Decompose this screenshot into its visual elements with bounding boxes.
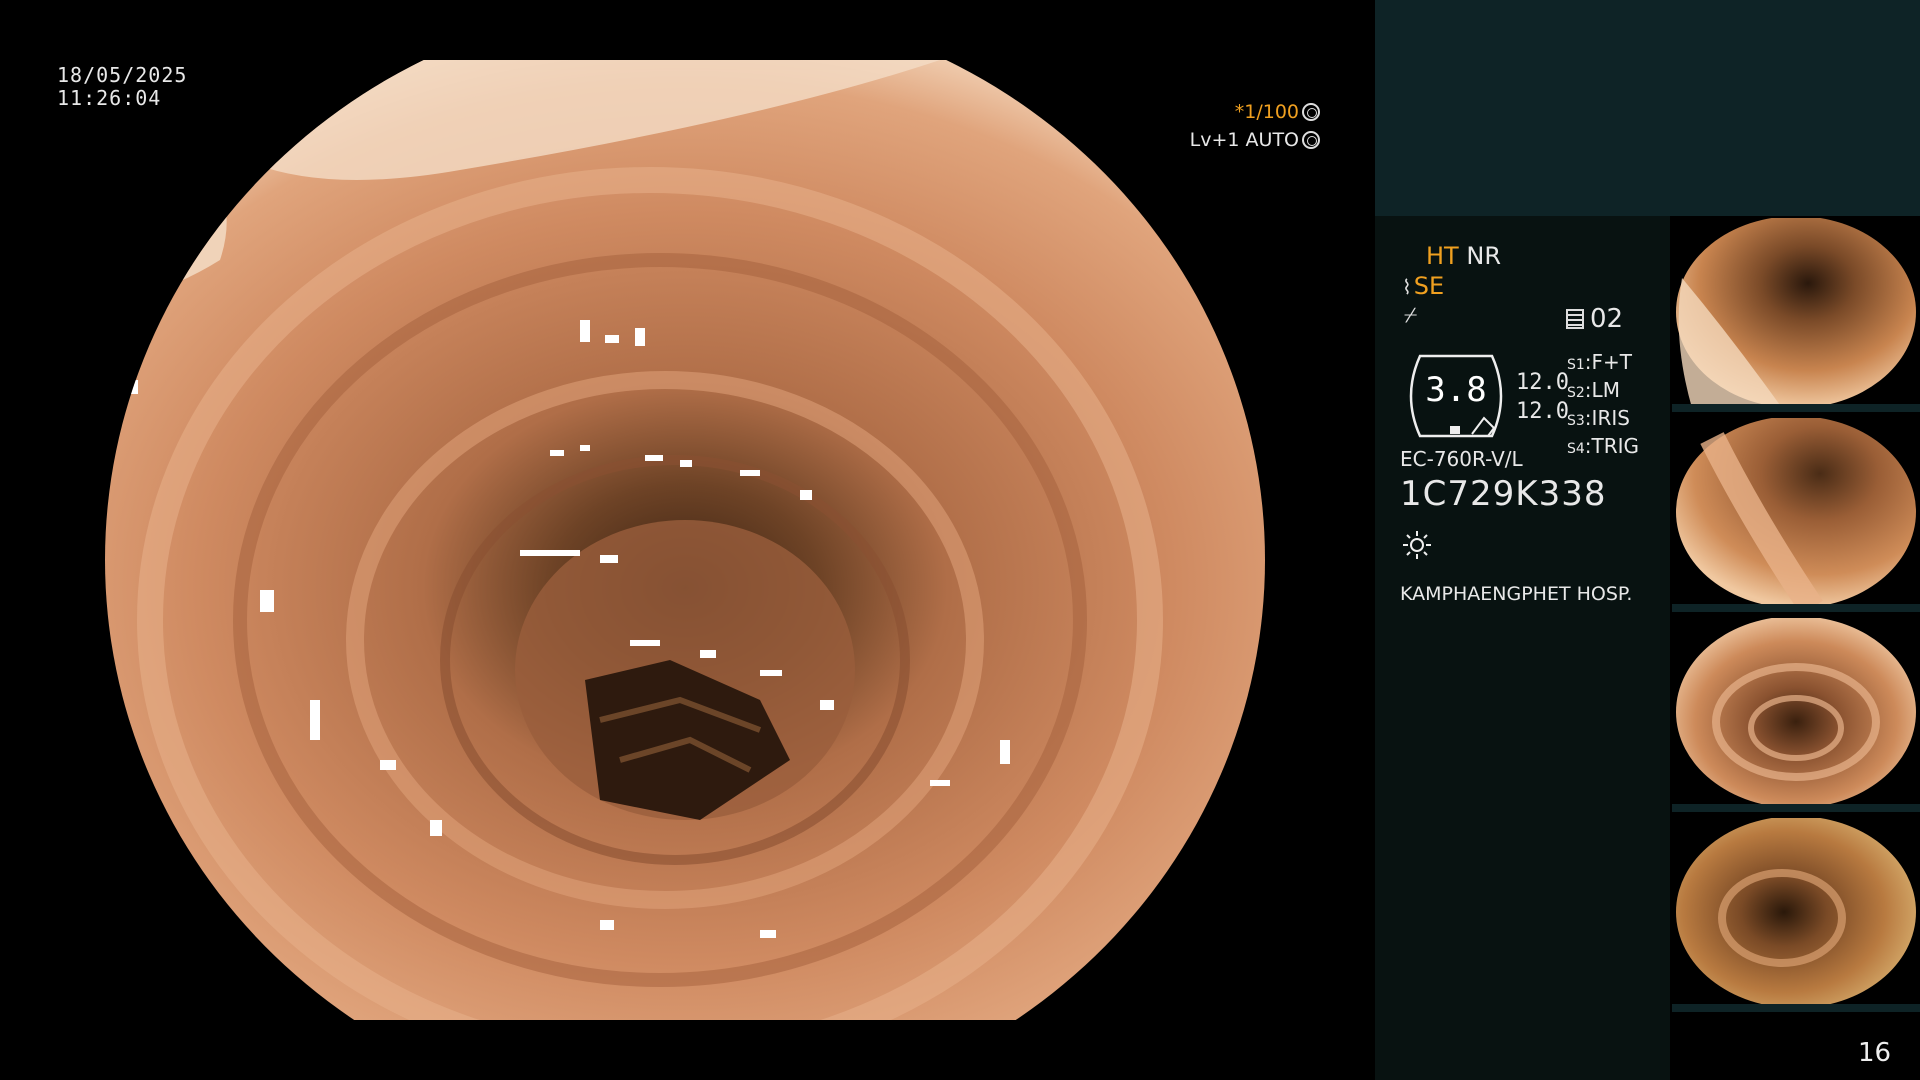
channel-number: 02 bbox=[1590, 304, 1624, 334]
value-1: 12.0 bbox=[1516, 370, 1569, 395]
page-number: 16 bbox=[1858, 1038, 1892, 1068]
switch-row: S2:LM bbox=[1567, 378, 1620, 402]
settings-panel bbox=[1375, 216, 1670, 1080]
panel-header-area bbox=[1375, 0, 1920, 216]
shutter-text: *1/100 bbox=[1234, 101, 1299, 123]
ht-nr-indicator: HT NR bbox=[1426, 242, 1501, 270]
captured-thumbnail[interactable] bbox=[1672, 418, 1920, 612]
channel-indicator: 02 bbox=[1566, 304, 1623, 334]
value-readouts: 12.0 12.0 bbox=[1516, 368, 1569, 426]
captured-thumbnail[interactable] bbox=[1672, 818, 1920, 1012]
scope-model: EC-760R-V/L bbox=[1400, 447, 1523, 471]
level-text: Lv+1 AUTO bbox=[1189, 129, 1299, 151]
switch-row: S1:F+T bbox=[1567, 350, 1633, 374]
switch-row: S4:TRIG bbox=[1567, 434, 1640, 458]
hospital-name: KAMPHAENGPHET HOSP. bbox=[1400, 583, 1633, 605]
se-indicator: ⌇SE bbox=[1402, 272, 1444, 300]
cut-icon: ⌿ bbox=[1404, 303, 1418, 328]
gauge-value: 3.8 bbox=[1425, 370, 1487, 410]
nr-label: NR bbox=[1466, 242, 1501, 270]
structure-enhance-icon: ⌇ bbox=[1402, 275, 1412, 299]
datetime-overlay: 18/05/2025 11:26:04 bbox=[57, 64, 187, 110]
value-2: 12.0 bbox=[1516, 399, 1569, 424]
exposure-overlay: *1/100 Lv+1 AUTO bbox=[1190, 98, 1320, 154]
scope-serial: 1C729K338 bbox=[1400, 474, 1607, 514]
endoscope-main-view bbox=[60, 60, 1310, 1020]
ht-label: HT bbox=[1426, 242, 1459, 270]
auto-iris-icon bbox=[1302, 131, 1320, 149]
date-text: 18/05/2025 bbox=[57, 63, 188, 87]
brightness-icon bbox=[1403, 531, 1431, 559]
switch-assignments: S1:F+T S2:LM S3:IRIS S4:TRIG bbox=[1567, 350, 1639, 462]
time-text: 11:26:04 bbox=[57, 86, 162, 110]
switch-row: S3:IRIS bbox=[1567, 406, 1630, 430]
captured-thumbnail[interactable] bbox=[1672, 218, 1920, 412]
shutter-icon bbox=[1302, 103, 1320, 121]
channel-icon bbox=[1566, 309, 1584, 329]
captured-thumbnail[interactable] bbox=[1672, 618, 1920, 812]
se-label: SE bbox=[1413, 272, 1445, 300]
